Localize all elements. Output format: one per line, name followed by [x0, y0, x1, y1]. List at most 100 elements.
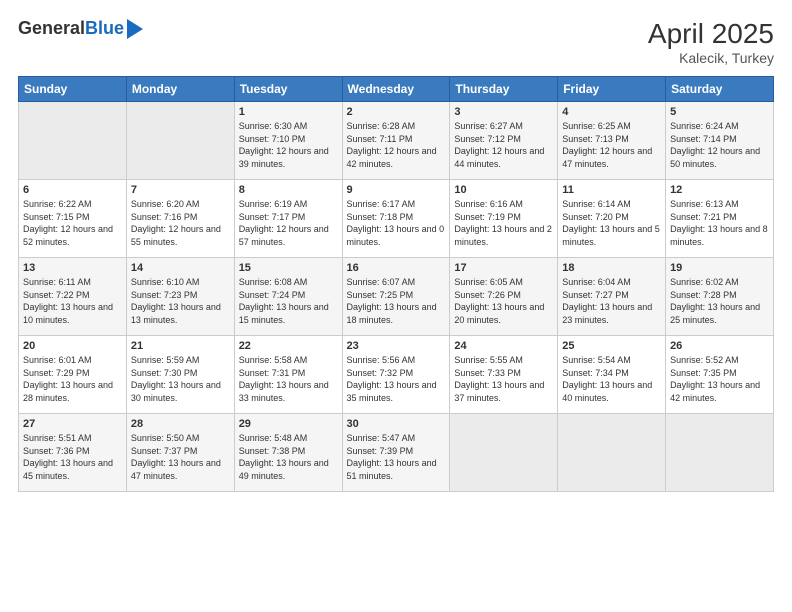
day-info: Sunrise: 6:13 AM Sunset: 7:21 PM Dayligh…	[670, 198, 769, 248]
day-info: Sunrise: 6:02 AM Sunset: 7:28 PM Dayligh…	[670, 276, 769, 326]
page: General Blue April 2025 Kalecik, Turkey …	[0, 0, 792, 612]
day-info: Sunrise: 6:25 AM Sunset: 7:13 PM Dayligh…	[562, 120, 661, 170]
day-number: 13	[23, 262, 122, 274]
calendar-cell: 19 Sunrise: 6:02 AM Sunset: 7:28 PM Dayli…	[666, 258, 774, 336]
day-info: Sunrise: 6:07 AM Sunset: 7:25 PM Dayligh…	[347, 276, 446, 326]
day-info: Sunrise: 5:47 AM Sunset: 7:39 PM Dayligh…	[347, 432, 446, 482]
day-info: Sunrise: 6:24 AM Sunset: 7:14 PM Dayligh…	[670, 120, 769, 170]
day-info: Sunrise: 6:17 AM Sunset: 7:18 PM Dayligh…	[347, 198, 446, 248]
day-info: Sunrise: 6:10 AM Sunset: 7:23 PM Dayligh…	[131, 276, 230, 326]
calendar-cell: 24Sunrise: 5:55 AM Sunset: 7:33 PM Dayli…	[450, 336, 558, 414]
day-number: 22	[239, 340, 338, 352]
day-info: Sunrise: 5:54 AM Sunset: 7:34 PM Dayligh…	[562, 354, 661, 404]
day-info: Sunrise: 5:48 AM Sunset: 7:38 PM Dayligh…	[239, 432, 338, 482]
day-of-week-header: Tuesday	[234, 77, 342, 102]
calendar-week-row: 6Sunrise: 6:22 AM Sunset: 7:15 PM Daylig…	[19, 180, 774, 258]
title-block: April 2025 Kalecik, Turkey	[648, 18, 774, 66]
calendar-cell: 15 Sunrise: 6:08 AM Sunset: 7:24 PM Dayli…	[234, 258, 342, 336]
day-info: Sunrise: 5:56 AM Sunset: 7:32 PM Dayligh…	[347, 354, 446, 404]
calendar-cell: 11 Sunrise: 6:14 AM Sunset: 7:20 PM Dayli…	[558, 180, 666, 258]
calendar-cell: 17Sunrise: 6:05 AM Sunset: 7:26 PM Dayli…	[450, 258, 558, 336]
day-number: 20	[23, 340, 122, 352]
day-info: Sunrise: 6:11 AM Sunset: 7:22 PM Dayligh…	[23, 276, 122, 326]
day-number: 9	[347, 184, 446, 196]
day-number: 8	[239, 184, 338, 196]
day-number: 28	[131, 418, 230, 430]
month-title: April 2025	[648, 18, 774, 50]
day-number: 7	[131, 184, 230, 196]
calendar-cell: 16Sunrise: 6:07 AM Sunset: 7:25 PM Dayli…	[342, 258, 450, 336]
calendar-cell: 13 Sunrise: 6:11 AM Sunset: 7:22 PM Dayli…	[19, 258, 127, 336]
day-number: 10	[454, 184, 553, 196]
day-info: Sunrise: 6:04 AM Sunset: 7:27 PM Dayligh…	[562, 276, 661, 326]
day-number: 23	[347, 340, 446, 352]
day-of-week-header: Friday	[558, 77, 666, 102]
day-info: Sunrise: 6:08 AM Sunset: 7:24 PM Dayligh…	[239, 276, 338, 326]
calendar-cell: 27 Sunrise: 5:51 AM Sunset: 7:36 PM Dayli…	[19, 414, 127, 492]
header: General Blue April 2025 Kalecik, Turkey	[18, 18, 774, 66]
day-of-week-header: Monday	[126, 77, 234, 102]
calendar-cell: 23 Sunrise: 5:56 AM Sunset: 7:32 PM Dayli…	[342, 336, 450, 414]
calendar-cell: 5 Sunrise: 6:24 AM Sunset: 7:14 PM Daylig…	[666, 102, 774, 180]
day-number: 30	[347, 418, 446, 430]
calendar-cell	[126, 102, 234, 180]
logo-arrow-icon	[127, 19, 143, 39]
calendar-cell: 30 Sunrise: 5:47 AM Sunset: 7:39 PM Dayli…	[342, 414, 450, 492]
calendar-cell: 29 Sunrise: 5:48 AM Sunset: 7:38 PM Dayli…	[234, 414, 342, 492]
calendar-cell: 10 Sunrise: 6:16 AM Sunset: 7:19 PM Dayli…	[450, 180, 558, 258]
day-info: Sunrise: 5:51 AM Sunset: 7:36 PM Dayligh…	[23, 432, 122, 482]
day-info: Sunrise: 5:58 AM Sunset: 7:31 PM Dayligh…	[239, 354, 338, 404]
calendar-cell: 6Sunrise: 6:22 AM Sunset: 7:15 PM Daylig…	[19, 180, 127, 258]
day-number: 25	[562, 340, 661, 352]
day-of-week-header: Wednesday	[342, 77, 450, 102]
day-number: 18	[562, 262, 661, 274]
day-number: 26	[670, 340, 769, 352]
calendar-cell: 26 Sunrise: 5:52 AM Sunset: 7:35 PM Dayli…	[666, 336, 774, 414]
calendar-cell	[450, 414, 558, 492]
calendar-cell: 3Sunrise: 6:27 AM Sunset: 7:12 PM Daylig…	[450, 102, 558, 180]
calendar-cell: 7 Sunrise: 6:20 AM Sunset: 7:16 PM Daylig…	[126, 180, 234, 258]
day-number: 3	[454, 106, 553, 118]
calendar-cell: 12 Sunrise: 6:13 AM Sunset: 7:21 PM Dayli…	[666, 180, 774, 258]
day-info: Sunrise: 6:14 AM Sunset: 7:20 PM Dayligh…	[562, 198, 661, 248]
day-number: 15	[239, 262, 338, 274]
day-number: 4	[562, 106, 661, 118]
calendar-header-row: SundayMondayTuesdayWednesdayThursdayFrid…	[19, 77, 774, 102]
calendar-week-row: 13 Sunrise: 6:11 AM Sunset: 7:22 PM Dayli…	[19, 258, 774, 336]
calendar-cell: 21Sunrise: 5:59 AM Sunset: 7:30 PM Dayli…	[126, 336, 234, 414]
day-info: Sunrise: 6:30 AM Sunset: 7:10 PM Dayligh…	[239, 120, 338, 170]
calendar-cell: 4 Sunrise: 6:25 AM Sunset: 7:13 PM Daylig…	[558, 102, 666, 180]
day-number: 27	[23, 418, 122, 430]
day-number: 2	[347, 106, 446, 118]
day-info: Sunrise: 6:16 AM Sunset: 7:19 PM Dayligh…	[454, 198, 553, 248]
day-number: 5	[670, 106, 769, 118]
calendar-cell: 9 Sunrise: 6:17 AM Sunset: 7:18 PM Daylig…	[342, 180, 450, 258]
day-number: 29	[239, 418, 338, 430]
day-info: Sunrise: 6:19 AM Sunset: 7:17 PM Dayligh…	[239, 198, 338, 248]
calendar-cell: 14 Sunrise: 6:10 AM Sunset: 7:23 PM Dayli…	[126, 258, 234, 336]
day-number: 14	[131, 262, 230, 274]
calendar-cell: 1Sunrise: 6:30 AM Sunset: 7:10 PM Daylig…	[234, 102, 342, 180]
day-number: 12	[670, 184, 769, 196]
calendar-table: SundayMondayTuesdayWednesdayThursdayFrid…	[18, 76, 774, 492]
day-of-week-header: Sunday	[19, 77, 127, 102]
location-title: Kalecik, Turkey	[648, 50, 774, 66]
day-info: Sunrise: 6:20 AM Sunset: 7:16 PM Dayligh…	[131, 198, 230, 248]
day-info: Sunrise: 5:52 AM Sunset: 7:35 PM Dayligh…	[670, 354, 769, 404]
calendar-week-row: 1Sunrise: 6:30 AM Sunset: 7:10 PM Daylig…	[19, 102, 774, 180]
calendar-week-row: 27 Sunrise: 5:51 AM Sunset: 7:36 PM Dayli…	[19, 414, 774, 492]
calendar-cell: 18 Sunrise: 6:04 AM Sunset: 7:27 PM Dayli…	[558, 258, 666, 336]
day-of-week-header: Saturday	[666, 77, 774, 102]
day-number: 19	[670, 262, 769, 274]
day-number: 11	[562, 184, 661, 196]
day-info: Sunrise: 5:50 AM Sunset: 7:37 PM Dayligh…	[131, 432, 230, 482]
calendar-cell: 2 Sunrise: 6:28 AM Sunset: 7:11 PM Daylig…	[342, 102, 450, 180]
calendar-cell	[19, 102, 127, 180]
calendar-cell	[666, 414, 774, 492]
day-number: 21	[131, 340, 230, 352]
day-info: Sunrise: 6:28 AM Sunset: 7:11 PM Dayligh…	[347, 120, 446, 170]
logo-blue-text: Blue	[85, 18, 124, 39]
logo-general-text: General	[18, 18, 85, 39]
day-of-week-header: Thursday	[450, 77, 558, 102]
calendar-cell: 28 Sunrise: 5:50 AM Sunset: 7:37 PM Dayli…	[126, 414, 234, 492]
